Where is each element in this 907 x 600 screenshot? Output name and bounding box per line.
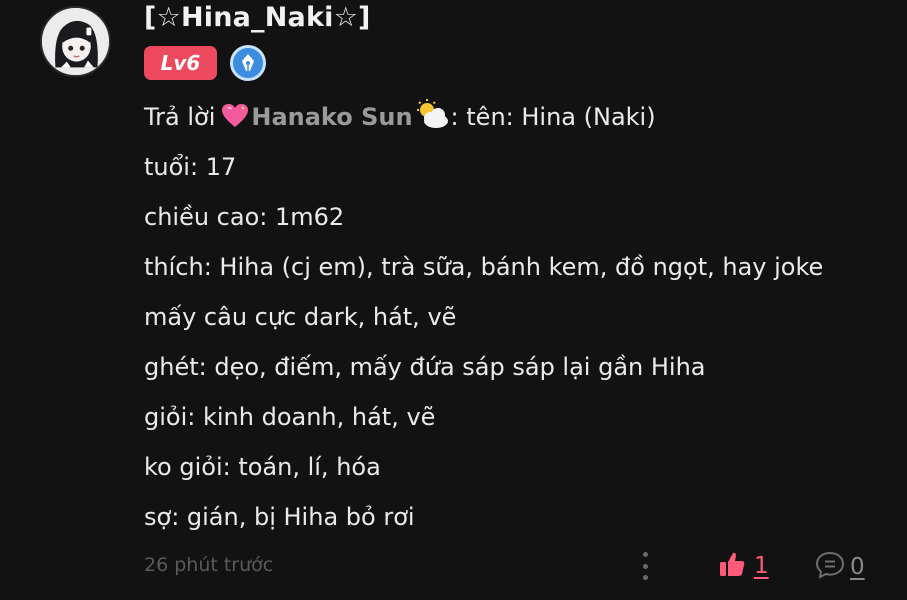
comment-body: Trả lời Hanako Sun : tên: Hina (Naki) tuổi… <box>144 92 823 542</box>
reply-prefix: Trả lời <box>144 103 216 131</box>
comment-line: sợ: gián, bị Hiha bỏ rơi <box>144 503 415 531</box>
comment-line: giỏi: kinh doanh, hát, vẽ <box>144 403 436 431</box>
comment-line-text: : tên: Hina (Naki) <box>450 103 656 131</box>
avatar[interactable] <box>40 6 111 77</box>
dot <box>642 563 648 569</box>
pen-nib-icon[interactable] <box>230 45 266 81</box>
comment-line: mấy câu cực dark, hát, vẽ <box>144 303 457 331</box>
thumbs-up-icon <box>718 550 746 582</box>
comment-line: ko giỏi: toán, lí, hóa <box>144 453 381 481</box>
comment-line-reply: Trả lời Hanako Sun : tên: Hina (Naki) <box>144 92 823 142</box>
comment-line: ghét: dẹo, điếm, mấy đứa sáp sáp lại gần… <box>144 353 706 381</box>
level-badge[interactable]: Lv6 <box>144 46 217 80</box>
comment-line: thích: Hiha (cj em), trà sữa, bánh kem, … <box>144 253 824 281</box>
more-options-button[interactable] <box>633 552 657 580</box>
dot <box>642 552 648 557</box>
comment-card: [☆Hina_Naki☆] Lv6 Trả lời Hanako Sun : tên… <box>0 0 907 600</box>
comment-line: tuổi: 17 <box>144 153 237 181</box>
sparkling-heart-icon <box>221 96 249 146</box>
like-count: 1 <box>754 553 769 579</box>
comment-bubble-icon <box>814 550 846 584</box>
dot <box>642 575 648 580</box>
comment-line: chiều cao: 1m62 <box>144 203 345 231</box>
reply-button[interactable]: 0 <box>814 550 865 584</box>
reply-count: 0 <box>850 554 865 580</box>
comment-footer: 26 phút trước 1 0 <box>0 546 907 586</box>
mention-link[interactable]: Hanako Sun <box>251 103 412 131</box>
avatar-image <box>42 8 109 75</box>
badge-row: Lv6 <box>144 45 266 81</box>
timestamp: 26 phút trước <box>144 554 274 576</box>
username[interactable]: [☆Hina_Naki☆] <box>144 2 371 33</box>
like-button[interactable]: 1 <box>718 550 769 582</box>
sun-behind-cloud-icon <box>414 98 450 148</box>
